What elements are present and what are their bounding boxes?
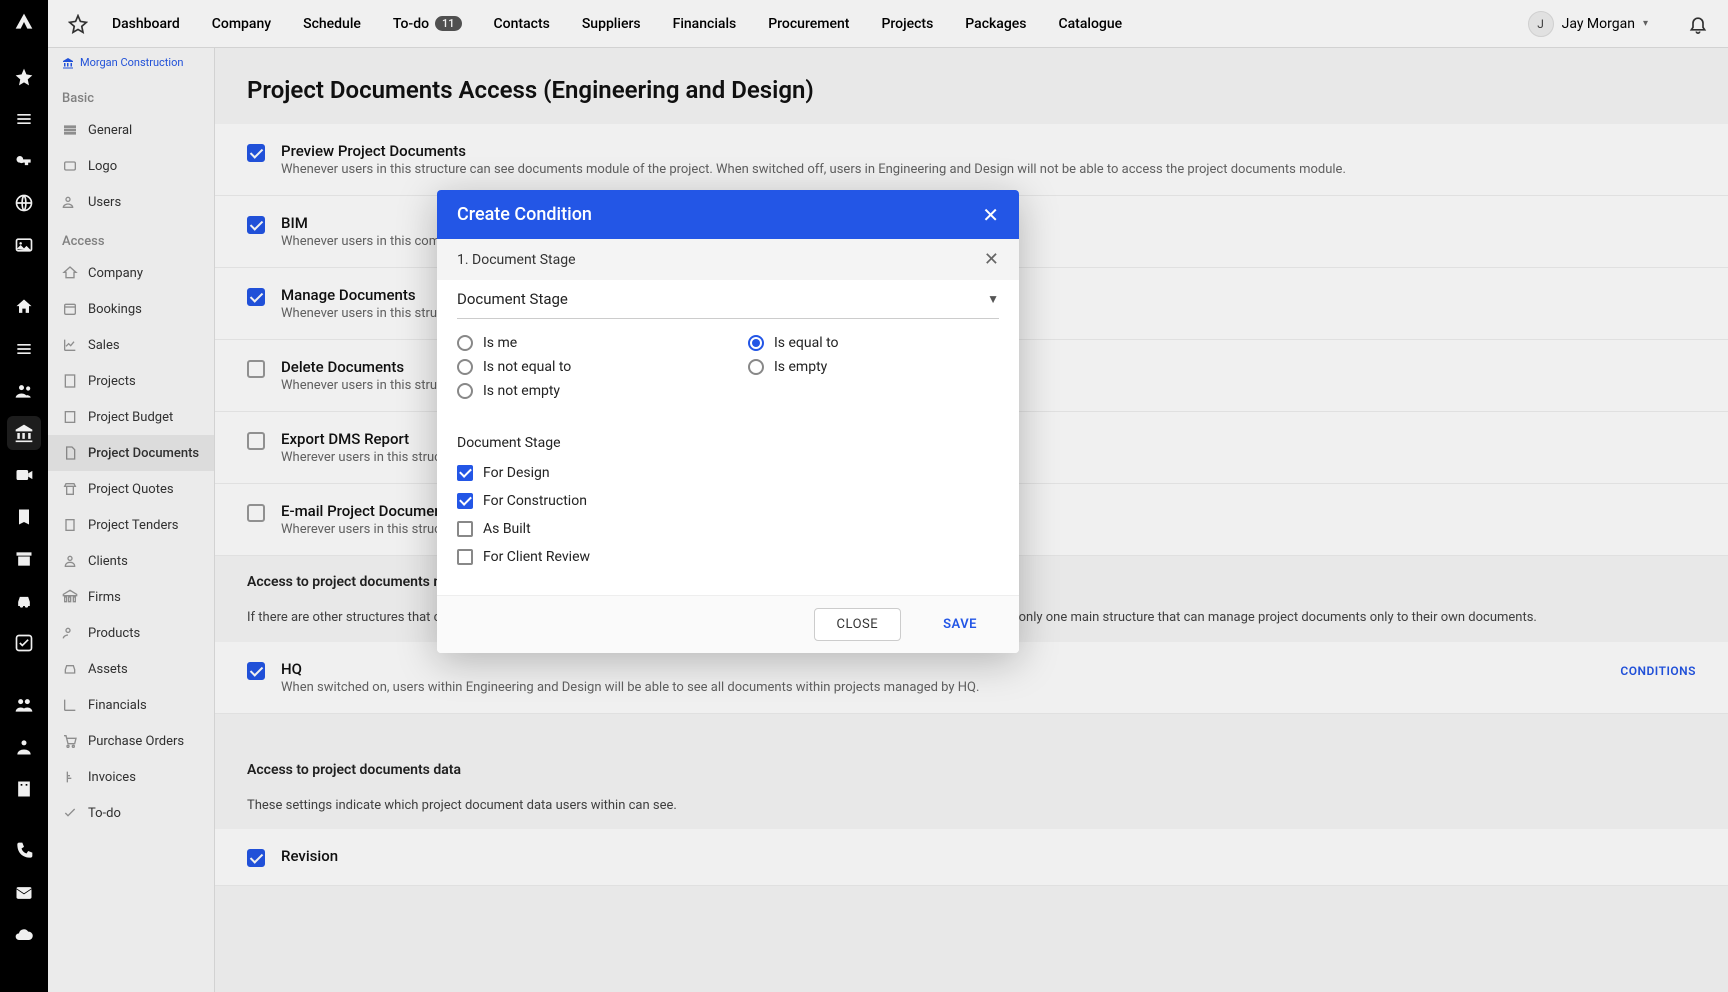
close-button[interactable]: CLOSE xyxy=(814,608,902,641)
modal-footer: CLOSE SAVE xyxy=(437,595,1019,653)
checkbox-icon xyxy=(457,549,473,565)
modal-subheader: 1. Document Stage ✕ xyxy=(437,239,1019,280)
radio-icon xyxy=(748,335,764,351)
radio-is-not-equal-to[interactable]: Is not equal to xyxy=(457,359,708,375)
dropdown-value: Document Stage xyxy=(457,290,568,308)
checkbox-icon xyxy=(457,465,473,481)
modal-body: Document Stage ▼ Is me Is equal to Is not … xyxy=(437,280,1019,595)
checkbox-icon xyxy=(457,493,473,509)
checkbox-icon xyxy=(457,521,473,537)
close-icon[interactable]: ✕ xyxy=(982,205,999,225)
modal-title: Create Condition xyxy=(457,204,592,225)
radio-icon xyxy=(748,359,764,375)
check-for-client-review[interactable]: For Client Review xyxy=(457,543,999,571)
stage-dropdown[interactable]: Document Stage ▼ xyxy=(457,280,999,319)
create-condition-modal: Create Condition ✕ 1. Document Stage ✕ D… xyxy=(437,190,1019,653)
stage-values-label: Document Stage xyxy=(457,435,999,451)
check-for-construction[interactable]: For Construction xyxy=(457,487,999,515)
chevron-down-icon: ▼ xyxy=(987,292,999,306)
modal-sub-text: 1. Document Stage xyxy=(457,252,576,268)
radio-is-empty[interactable]: Is empty xyxy=(748,359,999,375)
check-for-design[interactable]: For Design xyxy=(457,459,999,487)
radio-icon xyxy=(457,383,473,399)
radio-icon xyxy=(457,359,473,375)
radio-is-not-empty[interactable]: Is not empty xyxy=(457,383,708,399)
operator-radios: Is me Is equal to Is not equal to Is empty I… xyxy=(457,327,999,423)
check-as-built[interactable]: As Built xyxy=(457,515,999,543)
save-button[interactable]: SAVE xyxy=(921,608,999,641)
radio-is-me[interactable]: Is me xyxy=(457,335,708,351)
radio-icon xyxy=(457,335,473,351)
modal-header: Create Condition ✕ xyxy=(437,190,1019,239)
stage-checklist: For DesignFor ConstructionAs BuiltFor Cl… xyxy=(457,459,999,571)
sub-close-icon[interactable]: ✕ xyxy=(984,249,999,270)
radio-is-equal-to[interactable]: Is equal to xyxy=(748,335,999,351)
